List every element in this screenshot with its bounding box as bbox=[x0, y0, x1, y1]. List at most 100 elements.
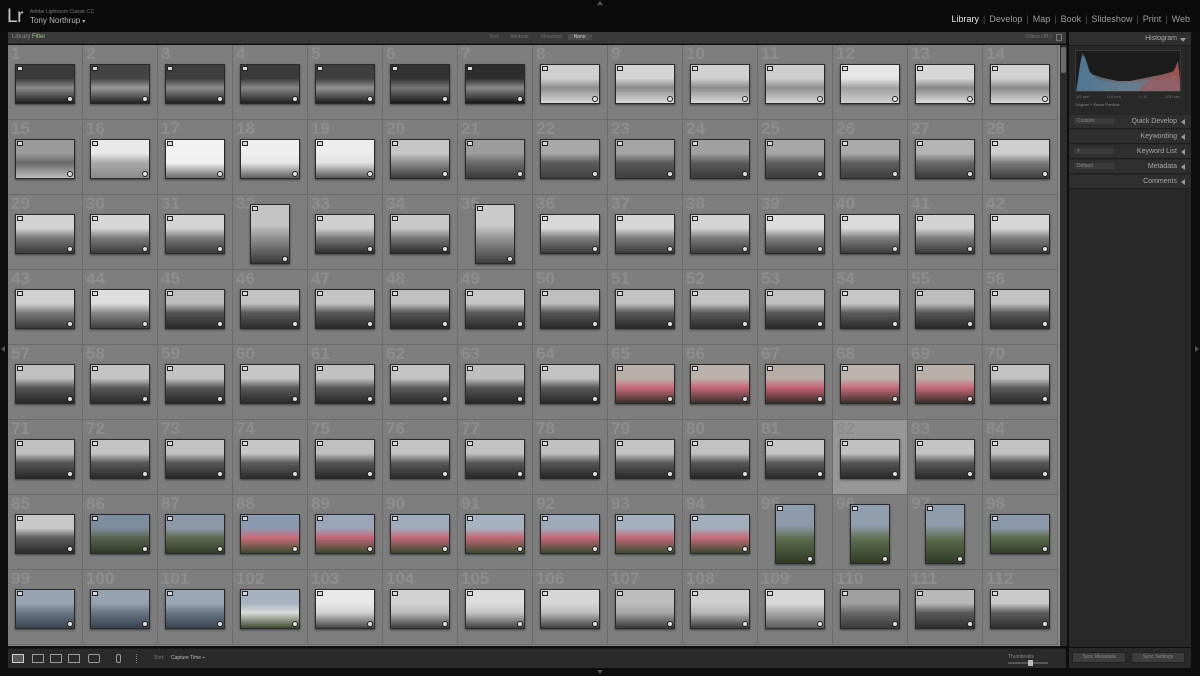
grid-cell[interactable]: 51 bbox=[608, 270, 683, 345]
metadata-badge-icon[interactable] bbox=[917, 66, 923, 71]
edited-badge-icon[interactable] bbox=[742, 246, 748, 252]
photo-thumbnail[interactable] bbox=[990, 139, 1050, 179]
metadata-badge-icon[interactable] bbox=[617, 141, 623, 146]
grid-cell[interactable]: 25 bbox=[758, 120, 833, 195]
metadata-badge-icon[interactable] bbox=[767, 216, 773, 221]
grid-cell[interactable]: 29 bbox=[8, 195, 83, 270]
collapse-right-panel-icon[interactable] bbox=[1195, 346, 1199, 352]
metadata-badge-icon[interactable] bbox=[692, 216, 698, 221]
module-slideshow[interactable]: Slideshow bbox=[1087, 14, 1136, 24]
histogram-panel-header[interactable]: Histogram bbox=[1069, 32, 1191, 46]
edited-badge-icon[interactable] bbox=[667, 171, 673, 177]
photo-thumbnail[interactable] bbox=[240, 364, 300, 404]
grid-cell[interactable]: 13 bbox=[908, 45, 983, 120]
edited-badge-icon[interactable] bbox=[67, 321, 73, 327]
grid-cell[interactable]: 84 bbox=[983, 420, 1058, 495]
grid-cell[interactable]: 88 bbox=[233, 495, 308, 570]
grid-cell[interactable]: 4 bbox=[233, 45, 308, 120]
photo-thumbnail[interactable] bbox=[465, 514, 525, 554]
metadata-badge-icon[interactable] bbox=[467, 366, 473, 371]
photo-thumbnail[interactable] bbox=[540, 64, 600, 104]
photo-thumbnail[interactable] bbox=[15, 589, 75, 629]
photo-thumbnail[interactable] bbox=[690, 439, 750, 479]
metadata-badge-icon[interactable] bbox=[17, 216, 23, 221]
metadata-badge-icon[interactable] bbox=[767, 366, 773, 371]
grid-cell[interactable]: 110 bbox=[833, 570, 908, 645]
grid-cell[interactable]: 82 bbox=[833, 420, 908, 495]
photo-thumbnail[interactable] bbox=[840, 589, 900, 629]
metadata-badge-icon[interactable] bbox=[92, 216, 98, 221]
edited-badge-icon[interactable] bbox=[367, 546, 373, 552]
metadata-badge-icon[interactable] bbox=[842, 591, 848, 596]
edited-badge-icon[interactable] bbox=[742, 546, 748, 552]
grid-cell[interactable]: 57 bbox=[8, 345, 83, 420]
metadata-badge-icon[interactable] bbox=[992, 66, 998, 71]
edited-badge-icon[interactable] bbox=[892, 321, 898, 327]
photo-thumbnail[interactable] bbox=[15, 64, 75, 104]
edited-badge-icon[interactable] bbox=[217, 546, 223, 552]
metadata-badge-icon[interactable] bbox=[392, 591, 398, 596]
photo-thumbnail[interactable] bbox=[765, 364, 825, 404]
photo-thumbnail[interactable] bbox=[765, 64, 825, 104]
grid-cell[interactable]: 55 bbox=[908, 270, 983, 345]
edited-badge-icon[interactable] bbox=[1042, 246, 1048, 252]
metadata-badge-icon[interactable] bbox=[167, 216, 173, 221]
photo-thumbnail[interactable] bbox=[390, 214, 450, 254]
grid-cell[interactable]: 100 bbox=[83, 570, 158, 645]
edited-badge-icon[interactable] bbox=[217, 396, 223, 402]
metadata-badge-icon[interactable] bbox=[542, 516, 548, 521]
metadata-badge-icon[interactable] bbox=[842, 141, 848, 146]
photo-thumbnail[interactable] bbox=[390, 289, 450, 329]
edited-badge-icon[interactable] bbox=[142, 471, 148, 477]
grid-cell[interactable]: 53 bbox=[758, 270, 833, 345]
grid-cell[interactable]: 7 bbox=[458, 45, 533, 120]
edited-badge-icon[interactable] bbox=[957, 556, 963, 562]
grid-cell[interactable]: 62 bbox=[383, 345, 458, 420]
sync-settings-button[interactable]: Sync Settings bbox=[1131, 652, 1185, 663]
survey-view-icon[interactable] bbox=[68, 654, 80, 663]
metadata-badge-icon[interactable] bbox=[242, 591, 248, 596]
photo-thumbnail[interactable] bbox=[915, 64, 975, 104]
photo-thumbnail[interactable] bbox=[15, 139, 75, 179]
photo-thumbnail[interactable] bbox=[90, 364, 150, 404]
photo-thumbnail[interactable] bbox=[915, 289, 975, 329]
photo-thumbnail[interactable] bbox=[615, 64, 675, 104]
panel-header-comments[interactable]: Comments bbox=[1069, 175, 1191, 189]
grid-cell[interactable]: 31 bbox=[158, 195, 233, 270]
edited-badge-icon[interactable] bbox=[292, 621, 298, 627]
photo-thumbnail[interactable] bbox=[90, 439, 150, 479]
grid-cell[interactable]: 79 bbox=[608, 420, 683, 495]
painter-icon[interactable] bbox=[116, 654, 121, 663]
edited-badge-icon[interactable] bbox=[507, 256, 513, 262]
edited-badge-icon[interactable] bbox=[67, 96, 73, 102]
edited-badge-icon[interactable] bbox=[292, 96, 298, 102]
edited-badge-icon[interactable] bbox=[142, 96, 148, 102]
photo-thumbnail[interactable] bbox=[615, 514, 675, 554]
edited-badge-icon[interactable] bbox=[667, 246, 673, 252]
photo-thumbnail[interactable] bbox=[240, 514, 300, 554]
grid-cell[interactable]: 30 bbox=[83, 195, 158, 270]
panel-header-metadata[interactable]: Default Metadata bbox=[1069, 160, 1191, 174]
metadata-badge-icon[interactable] bbox=[467, 516, 473, 521]
photo-thumbnail[interactable] bbox=[615, 139, 675, 179]
grid-cell[interactable]: 26 bbox=[833, 120, 908, 195]
photo-thumbnail[interactable] bbox=[240, 64, 300, 104]
grid-cell[interactable]: 67 bbox=[758, 345, 833, 420]
photo-thumbnail[interactable] bbox=[90, 289, 150, 329]
edited-badge-icon[interactable] bbox=[292, 396, 298, 402]
photo-thumbnail[interactable] bbox=[315, 439, 375, 479]
grid-cell[interactable]: 44 bbox=[83, 270, 158, 345]
metadata-badge-icon[interactable] bbox=[767, 291, 773, 296]
grid-cell[interactable]: 101 bbox=[158, 570, 233, 645]
photo-thumbnail[interactable] bbox=[315, 364, 375, 404]
grid-cell[interactable]: 75 bbox=[308, 420, 383, 495]
photo-thumbnail[interactable] bbox=[615, 589, 675, 629]
grid-cell[interactable]: 33 bbox=[308, 195, 383, 270]
metadata-badge-icon[interactable] bbox=[392, 66, 398, 71]
photo-thumbnail[interactable] bbox=[850, 504, 890, 564]
edited-badge-icon[interactable] bbox=[967, 396, 973, 402]
edited-badge-icon[interactable] bbox=[517, 96, 523, 102]
edited-badge-icon[interactable] bbox=[817, 96, 823, 102]
photo-thumbnail[interactable] bbox=[165, 364, 225, 404]
edited-badge-icon[interactable] bbox=[67, 171, 73, 177]
